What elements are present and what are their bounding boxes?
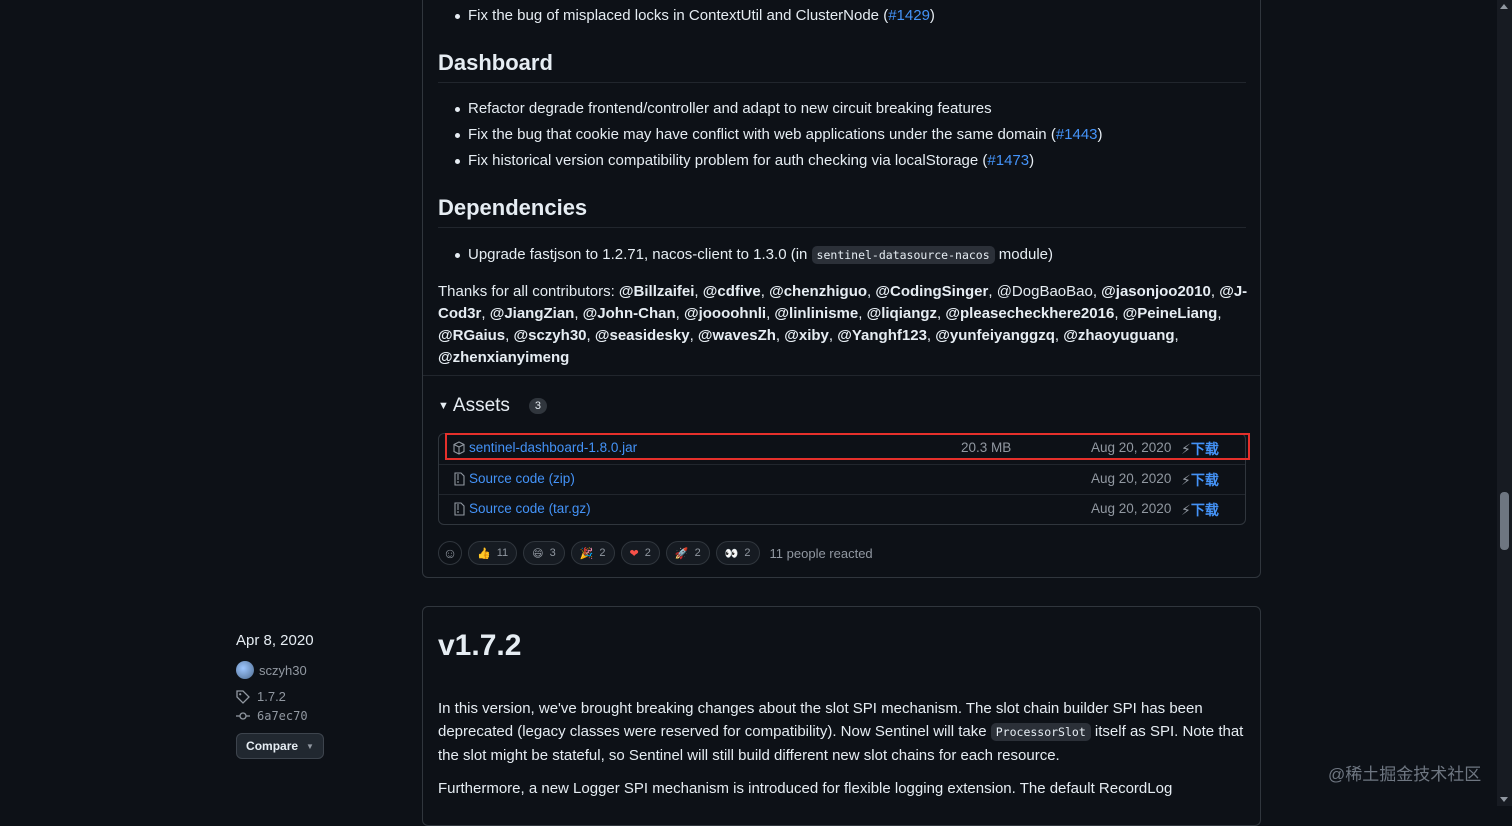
git-commit-icon (236, 712, 250, 720)
release-date: Apr 8, 2020 (236, 632, 314, 649)
reactions-bar: ☺ 👍 11 😄 3 🎉 2 ❤ 2 🚀 2 👀 2 11 people reacted (438, 541, 873, 565)
contributor-mention[interactable]: @jasonjoo2010 (1101, 283, 1211, 300)
file-zip-icon (454, 502, 465, 516)
bullet-item: Fix the bug that cookie may have conflic… (455, 126, 1103, 143)
compare-button[interactable]: Compare ▼ (236, 733, 324, 759)
assets-divider (423, 375, 1260, 376)
hooray-icon: 🎉 (579, 547, 594, 560)
asset-link-targz[interactable]: Source code (tar.gz) (469, 501, 591, 516)
inline-code: ProcessorSlot (990, 723, 1091, 741)
reaction-laugh[interactable]: 😄 3 (523, 541, 565, 565)
asset-date: Aug 20, 2020 (1091, 471, 1172, 486)
triangle-down-icon: ▼ (438, 400, 449, 412)
release-card-1.8.0: Fix the bug of misplaced locks in Contex… (422, 0, 1261, 578)
issue-link-1443[interactable]: #1443 (1056, 126, 1098, 143)
contributor-mention[interactable]: @wavesZh (698, 327, 776, 344)
download-button[interactable]: ⚡下载 (1181, 470, 1219, 490)
issue-link-1473[interactable]: #1473 (987, 152, 1029, 169)
scrollbar-track[interactable] (1497, 0, 1512, 806)
contributor-mention[interactable]: @liqiangz (867, 305, 937, 322)
tag-icon (236, 689, 250, 704)
file-zip-icon (454, 472, 465, 486)
assets-toggle[interactable]: ▼ Assets 3 (438, 395, 548, 417)
bullet-item: Fix historical version compatibility pro… (454, 152, 1035, 169)
assets-title: Assets (452, 395, 510, 416)
reaction-eyes[interactable]: 👀 2 (715, 541, 760, 565)
laugh-icon: 😄 (532, 547, 544, 560)
contributor-mention[interactable]: @RGaius (438, 327, 505, 344)
lightning-icon: ⚡ (1181, 502, 1191, 518)
asset-row: Source code (tar.gz) Aug 20, 2020 ⚡下载 (439, 494, 1245, 524)
contributor-mention[interactable]: @cdfive (703, 283, 761, 300)
reaction-thumbs-up[interactable]: 👍 11 (468, 541, 518, 565)
reaction-rocket[interactable]: 🚀 2 (665, 541, 710, 565)
bullet-item: Upgrade fastjson to 1.2.71, nacos-client… (455, 246, 1053, 264)
release-paragraph: In this version, we've brought breaking … (438, 700, 1244, 764)
reaction-hooray[interactable]: 🎉 2 (570, 541, 615, 565)
rocket-icon: 🚀 (674, 547, 689, 560)
contributor-mention[interactable]: @DogBaoBao (997, 283, 1093, 300)
lightning-icon: ⚡ (1181, 472, 1191, 488)
contributor-mention[interactable]: @Billzaifei (619, 283, 694, 300)
asset-row: Source code (zip) Aug 20, 2020 ⚡下载 (439, 464, 1245, 494)
contributor-mention[interactable]: @zhaoyuguang (1063, 327, 1174, 344)
release-tag[interactable]: 1.7.2 (236, 689, 286, 704)
contributors-paragraph: Thanks for all contributors: @Billzaifei… (438, 283, 1248, 366)
bullet-item: Refactor degrade frontend/controller and… (455, 100, 992, 117)
release-author[interactable]: sczyh30 (236, 661, 307, 679)
add-reaction-button[interactable]: ☺ (438, 541, 462, 565)
contributor-mention[interactable]: @sczyh30 (514, 327, 587, 344)
contributor-mention[interactable]: @PeineLiang (1123, 305, 1218, 322)
release-commit[interactable]: 6a7ec70 (236, 709, 308, 723)
assets-count-badge: 3 (528, 398, 548, 414)
contributor-mention[interactable]: @JiangZian (490, 305, 575, 322)
asset-date: Aug 20, 2020 (1091, 501, 1172, 516)
eyes-icon: 👀 (724, 547, 739, 560)
heart-icon: ❤ (629, 547, 639, 560)
thumbs-up-icon: 👍 (477, 547, 491, 560)
contributor-mention[interactable]: @linlinisme (774, 305, 858, 322)
bullet-item: Fix the bug of misplaced locks in Contex… (455, 7, 935, 24)
smiley-icon: ☺ (442, 545, 458, 561)
release-title[interactable]: v1.7.2 (438, 629, 521, 663)
download-button[interactable]: ⚡下载 (1181, 500, 1219, 520)
contributor-mention[interactable]: @zhenxianyimeng (438, 349, 569, 366)
scroll-up-icon[interactable] (1500, 4, 1508, 9)
asset-link-zip[interactable]: Source code (zip) (469, 471, 575, 486)
contributor-mention[interactable]: @seasidesky (595, 327, 690, 344)
contributor-mention[interactable]: @chenzhiguo (769, 283, 867, 300)
contributor-mention[interactable]: @joooohnli (684, 305, 766, 322)
scroll-down-icon[interactable] (1500, 797, 1508, 802)
heading-dependencies: Dependencies (438, 195, 588, 220)
scrollbar-thumb[interactable] (1500, 492, 1509, 550)
contributor-mention[interactable]: @John-Chan (583, 305, 676, 322)
contributor-mention[interactable]: @xiby (784, 327, 829, 344)
heading-divider (438, 82, 1246, 83)
avatar (236, 661, 254, 679)
watermark: @稀土掘金技术社区 (1328, 765, 1482, 784)
chevron-down-icon: ▼ (306, 741, 314, 751)
inline-code: sentinel-datasource-nacos (811, 246, 995, 264)
heading-dashboard: Dashboard (438, 50, 553, 75)
heading-divider (438, 227, 1246, 228)
reaction-heart[interactable]: ❤ 2 (620, 541, 660, 565)
contributor-mention[interactable]: @CodingSinger (875, 283, 988, 300)
reactions-summary: 11 people reacted (769, 545, 873, 561)
release-paragraph: Furthermore, a new Logger SPI mechanism … (438, 780, 1173, 797)
issue-link-1429[interactable]: #1429 (888, 7, 930, 24)
release-card-1.7.2: v1.7.2 In this version, we've brought br… (422, 606, 1261, 826)
contributor-mention[interactable]: @yunfeiyanggzq (935, 327, 1055, 344)
contributor-mention[interactable]: @pleasecheckhere2016 (945, 305, 1114, 322)
contributor-mention[interactable]: @Yanghf123 (837, 327, 927, 344)
highlight-box (445, 433, 1250, 460)
